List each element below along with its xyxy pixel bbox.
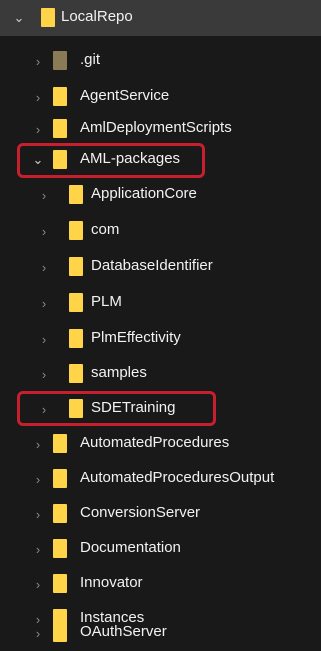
chevron-down-icon[interactable]: ⌄ [12,10,26,25]
tree-item-label: OAuthServer [80,623,167,640]
tree-item-automatedproceduresoutput[interactable]: › AutomatedProceduresOutput [0,461,321,497]
chevron-right-icon[interactable]: › [37,260,51,275]
tree-item-label: LocalRepo [61,8,133,25]
tree-item-aml-packages[interactable]: ⌄ AML-packages [0,142,321,178]
tree-item-plmeffectivity[interactable]: › PlmEffectivity [0,321,321,357]
folder-icon [41,8,55,27]
chevron-down-icon[interactable]: ⌄ [31,152,45,167]
tree-item-label: PlmEffectivity [91,329,181,346]
chevron-right-icon[interactable]: › [31,577,45,592]
folder-icon [69,364,83,383]
tree-item-automatedprocedures[interactable]: › AutomatedProcedures [0,426,321,462]
chevron-right-icon[interactable]: › [37,332,51,347]
tree-item-label: Innovator [80,574,143,591]
tree-item-label: .git [80,51,101,68]
tree-item-label: Documentation [80,539,181,556]
chevron-right-icon[interactable]: › [37,367,51,382]
tree-item-samples[interactable]: › samples [0,356,321,392]
tree-item-label: com [91,221,120,238]
folder-icon [69,185,83,204]
folder-icon [69,329,83,348]
chevron-right-icon[interactable]: › [31,437,45,452]
folder-icon [53,51,67,70]
chevron-right-icon[interactable]: › [31,626,45,641]
tree-item-databaseidentifier[interactable]: › DatabaseIdentifier [0,249,321,285]
chevron-right-icon[interactable]: › [31,54,45,69]
folder-icon [53,434,67,453]
folder-icon [53,504,67,523]
tree-item-label: samples [91,364,147,381]
folder-icon [69,293,83,312]
folder-icon [69,257,83,276]
tree-item-conversionserver[interactable]: › ConversionServer [0,496,321,532]
tree-item-plm[interactable]: › PLM [0,285,321,321]
tree-item-localrepo[interactable]: ⌄ LocalRepo [0,0,321,36]
tree-item-innovator[interactable]: › Innovator [0,566,321,602]
chevron-right-icon[interactable]: › [31,122,45,137]
chevron-right-icon[interactable]: › [37,402,51,417]
tree-item-label: DatabaseIdentifier [91,257,213,274]
chevron-right-icon[interactable]: › [31,542,45,557]
folder-icon [69,399,83,418]
folder-icon [53,119,67,138]
tree-item-label: AutomatedProcedures [80,434,230,451]
tree-item-label: PLM [91,293,122,310]
folder-icon [53,539,67,558]
folder-icon [53,469,67,488]
tree-item-label: ConversionServer [80,504,201,521]
tree-item-sdetraining[interactable]: › SDETraining [0,391,321,427]
tree-item-label: AML-packages [80,150,181,167]
folder-icon [53,87,67,106]
chevron-right-icon[interactable]: › [37,296,51,311]
tree-item-label: SDETraining [91,399,176,416]
folder-icon [53,574,67,593]
folder-tree: ⌄ LocalRepo › .git › AgentService › AmlD… [0,0,321,651]
chevron-right-icon[interactable]: › [37,224,51,239]
chevron-right-icon[interactable]: › [31,507,45,522]
folder-icon [69,221,83,240]
tree-item-applicationcore[interactable]: › ApplicationCore [0,177,321,213]
tree-item-oauthserver[interactable]: › OAuthServer [0,615,321,651]
chevron-right-icon[interactable]: › [31,90,45,105]
tree-item-label: AutomatedProceduresOutput [80,469,275,486]
tree-item-label: ApplicationCore [91,185,197,202]
folder-icon [53,150,67,169]
tree-item-label: AmlDeploymentScripts [80,119,232,136]
tree-item-documentation[interactable]: › Documentation [0,531,321,567]
tree-item-git[interactable]: › .git [0,43,321,79]
tree-item-com[interactable]: › com [0,213,321,249]
folder-icon [53,623,67,642]
tree-item-label: AgentService [80,87,170,104]
chevron-right-icon[interactable]: › [37,188,51,203]
tree-item-agentservice[interactable]: › AgentService [0,79,321,115]
chevron-right-icon[interactable]: › [31,472,45,487]
